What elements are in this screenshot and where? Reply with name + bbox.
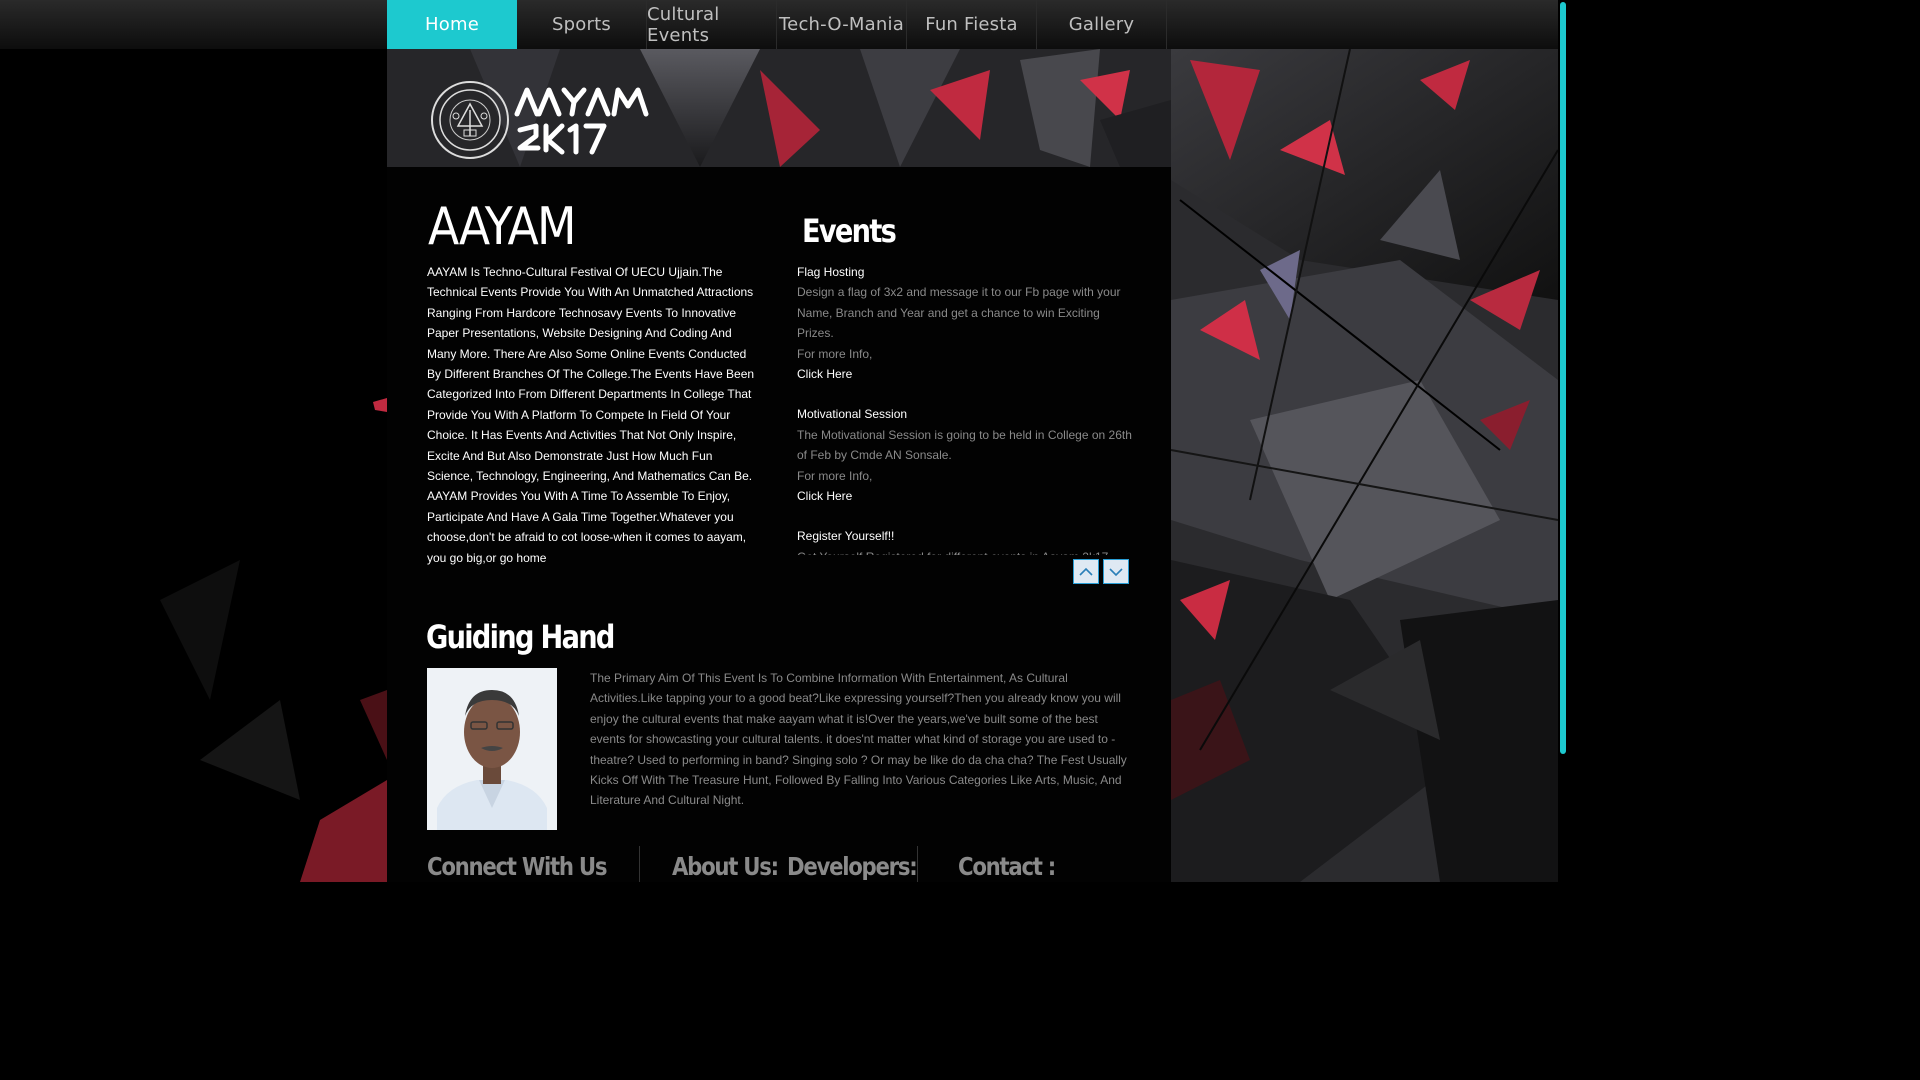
event-description: The Motivational Session is going to be … (797, 427, 1132, 463)
about-title: AAYAM (428, 197, 576, 257)
page-scrollbar[interactable] (1558, 0, 1568, 882)
events-title: Events (802, 212, 897, 250)
events-scroll-up-button[interactable] (1073, 559, 1099, 584)
event-click-here-link[interactable]: Click Here (797, 364, 1137, 384)
guiding-hand-title: Guiding Hand (426, 618, 615, 656)
chevron-up-icon (1079, 567, 1093, 576)
event-title: Motivational Session (797, 407, 908, 422)
event-click-here-link[interactable]: Click Here (797, 486, 1137, 506)
event-description: Get Yourself Registered for different ev… (797, 547, 1137, 555)
nav-tech-o-mania[interactable]: Tech-O-Mania (777, 0, 907, 49)
events-scroller: Flag Hosting Design a flag of 3x2 and me… (797, 262, 1137, 555)
event-item: Motivational Session The Motivational Se… (797, 404, 1137, 506)
nav-cultural-events[interactable]: Cultural Events (647, 0, 777, 49)
event-item: Register Yourself!! Get Yourself Registe… (797, 526, 1137, 555)
nav-gallery[interactable]: Gallery (1037, 0, 1167, 49)
events-scroll-down-button[interactable] (1103, 559, 1129, 584)
footer-divider (917, 846, 918, 882)
aayam-2k17-logo (514, 86, 654, 163)
event-info: For more Info, (797, 346, 873, 361)
about-text: AAYAM Is Techno-Cultural Festival Of UEC… (427, 265, 755, 565)
connect-with-us-heading: Connect With Us (427, 852, 607, 881)
college-emblem-logo (430, 80, 510, 160)
scrollbar-thumb[interactable] (1560, 2, 1566, 754)
guiding-hand-text: The Primary Aim Of This Event Is To Comb… (590, 671, 1127, 808)
nav-sports[interactable]: Sports (517, 0, 647, 49)
event-title: Register Yourself!! (797, 529, 895, 544)
event-title: Flag Hosting (797, 265, 865, 279)
contact-heading: Contact : (958, 852, 1056, 881)
event-item: Flag Hosting Design a flag of 3x2 and me… (797, 262, 1137, 384)
about-us-heading: About Us: (672, 852, 779, 881)
main-nav: Home Sports Cultural Events Tech-O-Mania… (387, 0, 1167, 49)
footer-divider (639, 846, 640, 882)
nav-fun-fiesta[interactable]: Fun Fiesta (907, 0, 1037, 49)
guide-photo (427, 668, 557, 830)
chevron-down-icon (1109, 567, 1123, 576)
event-description: Design a flag of 3x2 and message it to o… (797, 285, 1121, 341)
developers-heading: Developers: (787, 852, 918, 881)
event-info: For more Info, (797, 468, 873, 483)
nav-home[interactable]: Home (387, 0, 517, 49)
